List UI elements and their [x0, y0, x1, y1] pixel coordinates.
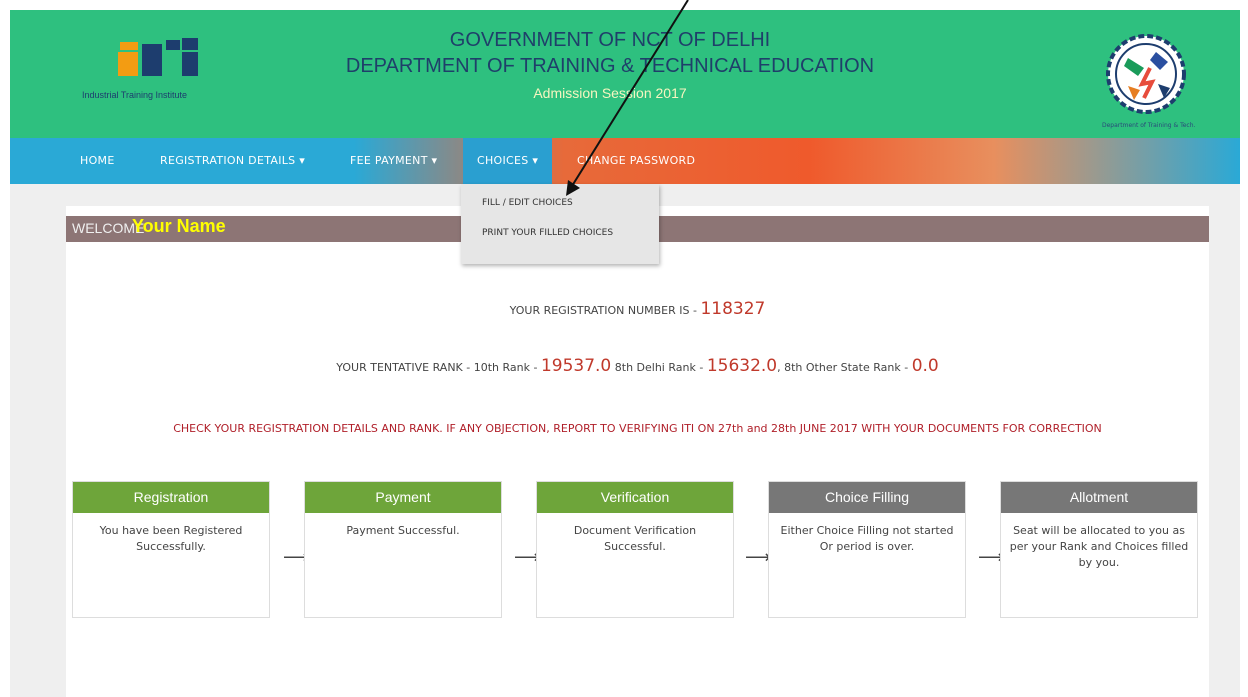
step-registration-body: You have been Registered Successfully. [99, 524, 243, 553]
objection-notice: CHECK YOUR REGISTRATION DETAILS AND RANK… [173, 422, 1102, 435]
step-choice-filling: Choice Filling Either Choice Filling not… [768, 481, 966, 618]
step-choice-filling-title: Choice Filling [769, 482, 965, 513]
choices-dropdown-menu: FILL / EDIT CHOICES PRINT YOUR FILLED CH… [461, 184, 659, 264]
step-verification: Verification Document Verification Succe… [536, 481, 734, 618]
step-payment-title: Payment [305, 482, 501, 513]
step-payment: Payment Payment Successful. [304, 481, 502, 618]
main-navbar: HOME REGISTRATION DETAILS ▾ FEE PAYMENT … [10, 138, 1240, 184]
nav-choices[interactable]: CHOICES ▾ [463, 138, 553, 184]
step-registration-title: Registration [73, 482, 269, 513]
registration-number-line: YOUR REGISTRATION NUMBER IS - 118327 [66, 299, 1209, 319]
registration-label: YOUR REGISTRATION NUMBER IS - [509, 304, 701, 317]
step-verification-title: Verification [537, 482, 733, 513]
page-frame: Industrial Training Institute GOVERNMENT… [10, 10, 1240, 697]
department-emblem-icon [1106, 34, 1186, 114]
tenth-rank-value: 19537.0 [540, 356, 612, 376]
other-state-rank-label: , 8th Other State Rank - [777, 361, 912, 374]
title-government: GOVERNMENT OF NCT OF DELHI [449, 29, 771, 51]
title-session: Admission Session 2017 [533, 85, 687, 101]
registration-number: 118327 [700, 299, 766, 319]
menu-item-print-filled-choices[interactable]: PRINT YOUR FILLED CHOICES [482, 228, 613, 238]
site-header: Industrial Training Institute GOVERNMENT… [10, 10, 1240, 138]
welcome-username: Your Name [132, 216, 226, 236]
title-department: DEPARTMENT OF TRAINING & TECHNICAL EDUCA… [345, 55, 875, 77]
main-content: WELCOME Your Name YOUR REGISTRATION NUMB… [66, 206, 1209, 697]
delhi-rank-label: 8th Delhi Rank - [611, 361, 707, 374]
step-allotment-title: Allotment [1001, 482, 1197, 513]
step-choice-filling-body: Either Choice Filling not started Or per… [780, 524, 954, 553]
nav-fee-payment[interactable]: FEE PAYMENT ▾ [350, 138, 437, 184]
logo-caption: Industrial Training Institute [82, 90, 188, 100]
delhi-rank-value: 15632.0 [706, 356, 778, 376]
arrow-icon: ⟶ [745, 547, 771, 568]
nav-change-password[interactable]: CHANGE PASSWORD [577, 138, 695, 184]
header-title: GOVERNMENT OF NCT OF DELHI DEPARTMENT OF… [310, 28, 910, 106]
step-registration: Registration You have been Registered Su… [72, 481, 270, 618]
rank-line: YOUR TENTATIVE RANK - 10th Rank - 19537.… [66, 356, 1209, 376]
menu-item-fill-edit-choices[interactable]: FILL / EDIT CHOICES [482, 198, 573, 208]
step-payment-body: Payment Successful. [346, 524, 460, 537]
step-verification-body: Document Verification Successful. [573, 524, 697, 553]
step-allotment: Allotment Seat will be allocated to you … [1000, 481, 1198, 618]
emblem-label: Department of Training & Tech. [1102, 122, 1196, 129]
iti-logo: Industrial Training Institute [82, 36, 252, 106]
nav-home[interactable]: HOME [80, 138, 115, 184]
rank-label: YOUR TENTATIVE RANK - 10th Rank - [336, 361, 541, 374]
step-allotment-body: Seat will be allocated to you as per you… [1009, 524, 1189, 569]
nav-registration-details[interactable]: REGISTRATION DETAILS ▾ [160, 138, 305, 184]
other-state-rank-value: 0.0 [911, 356, 939, 376]
